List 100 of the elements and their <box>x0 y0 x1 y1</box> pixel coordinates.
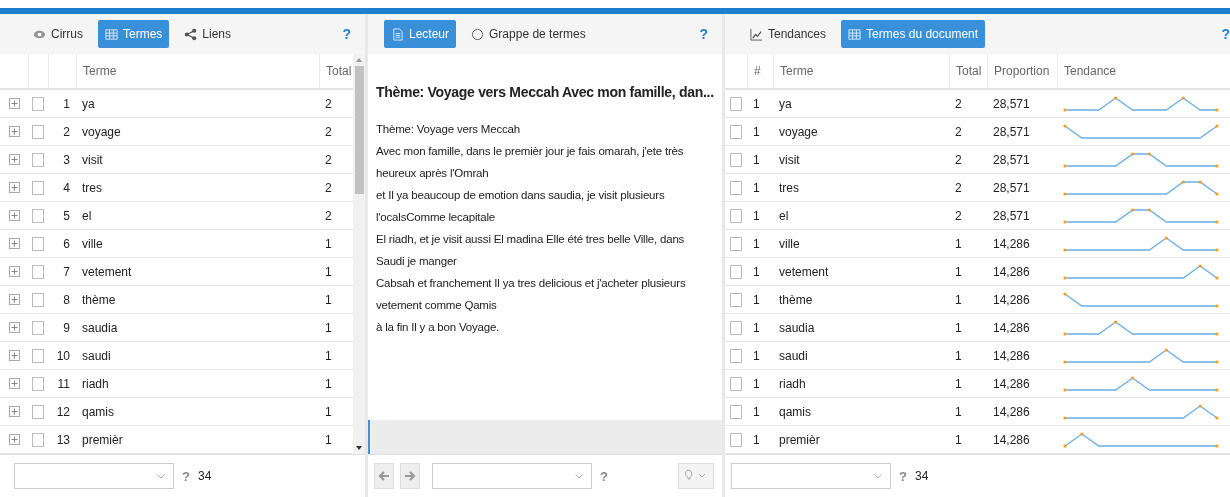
proportion-cell-text: 14,286 <box>992 432 1031 447</box>
select-field[interactable] <box>14 463 174 489</box>
scroll-up-icon[interactable] <box>356 58 362 62</box>
total-cell-text: 1 <box>954 404 963 419</box>
row-checkbox[interactable] <box>32 404 44 419</box>
row-checkbox[interactable] <box>730 264 742 279</box>
row-number: 1 <box>752 208 761 223</box>
row-number: 11 <box>56 376 71 391</box>
proportion-cell-text: 14,286 <box>992 376 1031 391</box>
row-checkbox[interactable] <box>730 208 742 223</box>
total-cell-text: 2 <box>954 96 963 111</box>
expand-icon[interactable] <box>8 406 20 417</box>
expand-icon[interactable] <box>8 294 20 305</box>
proportion-cell-text: 14,286 <box>992 264 1031 279</box>
forward-button[interactable] <box>400 463 420 489</box>
expand-icon[interactable] <box>8 154 20 165</box>
row-checkbox[interactable] <box>730 152 742 167</box>
back-button[interactable] <box>374 463 394 489</box>
expand-icon[interactable] <box>8 350 20 361</box>
expand-icon[interactable] <box>8 322 20 333</box>
term-cell-text: visit <box>778 152 801 167</box>
row-checkbox[interactable] <box>32 264 44 279</box>
expand-icon[interactable] <box>8 266 20 277</box>
document-icon <box>391 27 404 41</box>
term-cell-text: saudia <box>778 320 816 335</box>
total-cell-text: 1 <box>954 264 963 279</box>
row-checkbox[interactable] <box>32 96 44 111</box>
row-checkbox[interactable] <box>730 348 742 363</box>
tab[interactable]: Termes <box>98 20 170 48</box>
term-cell-text: el <box>778 208 790 223</box>
column-header[interactable]: # <box>747 54 773 88</box>
row-checkbox[interactable] <box>730 376 742 391</box>
tab[interactable]: Lecteur <box>384 20 457 48</box>
select-field[interactable] <box>432 463 592 489</box>
term-cell-text: thème <box>778 292 814 307</box>
document-text: à la fin Il y a bon Voyage. <box>376 320 501 335</box>
column-header[interactable]: Tendance <box>1057 54 1230 88</box>
help-button[interactable]: ? <box>697 26 710 42</box>
proportion-cell-text: 28,571 <box>992 208 1031 223</box>
row-checkbox[interactable] <box>32 376 44 391</box>
row-checkbox[interactable] <box>730 180 742 195</box>
term-cell-text: thème <box>81 292 117 307</box>
row-checkbox[interactable] <box>730 320 742 335</box>
term-cell-text: el <box>81 208 93 223</box>
column-header[interactable]: Proportion <box>987 54 1057 88</box>
row-checkbox[interactable] <box>32 124 44 139</box>
document-text: El riadh, et je visit aussi El madina Elle été tres belle Ville, dans Saudi je manger <box>376 232 686 269</box>
term-cell-text: tres <box>81 180 103 195</box>
total-cell-text: 1 <box>954 292 963 307</box>
tab[interactable]: Liens <box>177 20 239 48</box>
expand-icon[interactable] <box>8 238 20 249</box>
tab[interactable]: Termes du document <box>841 20 986 48</box>
proportion-cell-text: 14,286 <box>992 236 1031 251</box>
row-checkbox[interactable] <box>32 292 44 307</box>
help-button[interactable]: ? <box>180 468 192 484</box>
term-cell-text: voyage <box>778 124 819 139</box>
term-cell-text: vetement <box>81 264 133 279</box>
scroll-thumb[interactable] <box>354 66 364 194</box>
term-count: 34 <box>914 469 929 483</box>
proportion-cell-text: 28,571 <box>992 96 1031 111</box>
row-checkbox[interactable] <box>32 432 44 447</box>
tab[interactable]: Grappe de termes <box>464 20 593 48</box>
expand-icon[interactable] <box>8 98 20 109</box>
column-header[interactable]: Terme <box>76 54 319 88</box>
row-checkbox[interactable] <box>32 348 44 363</box>
lightbulb-dropdown[interactable] <box>678 463 714 489</box>
row-checkbox[interactable] <box>730 432 742 447</box>
help-button[interactable]: ? <box>598 468 610 484</box>
row-checkbox[interactable] <box>730 96 742 111</box>
row-checkbox[interactable] <box>730 236 742 251</box>
tab[interactable]: Tendances <box>743 20 834 48</box>
row-checkbox[interactable] <box>730 404 742 419</box>
total-cell-text: 2 <box>324 180 333 195</box>
row-checkbox[interactable] <box>32 152 44 167</box>
expand-icon[interactable] <box>8 434 20 445</box>
term-cell-text: voyage <box>81 124 122 139</box>
row-number: 1 <box>752 292 761 307</box>
arrow-right-icon <box>403 469 417 483</box>
row-checkbox[interactable] <box>730 292 742 307</box>
expand-icon[interactable] <box>8 182 20 193</box>
help-button[interactable]: ? <box>340 26 353 42</box>
scroll-down-icon[interactable] <box>356 446 362 450</box>
row-checkbox[interactable] <box>32 320 44 335</box>
total-cell-text: 1 <box>954 376 963 391</box>
column-header[interactable]: Total <box>949 54 987 88</box>
tab[interactable]: Cirrus <box>26 20 90 48</box>
help-button[interactable]: ? <box>1219 26 1230 42</box>
row-checkbox[interactable] <box>32 180 44 195</box>
row-checkbox[interactable] <box>32 208 44 223</box>
column-header[interactable]: Terme <box>773 54 949 88</box>
expand-icon[interactable] <box>8 210 20 221</box>
row-checkbox[interactable] <box>32 236 44 251</box>
select-field[interactable] <box>731 463 891 489</box>
help-button[interactable]: ? <box>897 468 909 484</box>
expand-icon[interactable] <box>8 378 20 389</box>
row-checkbox[interactable] <box>730 124 742 139</box>
proportion-cell-text: 14,286 <box>992 320 1031 335</box>
expand-icon[interactable] <box>8 126 20 137</box>
scrollbar-track[interactable] <box>353 54 365 454</box>
term-cell-text: riadh <box>81 376 110 391</box>
